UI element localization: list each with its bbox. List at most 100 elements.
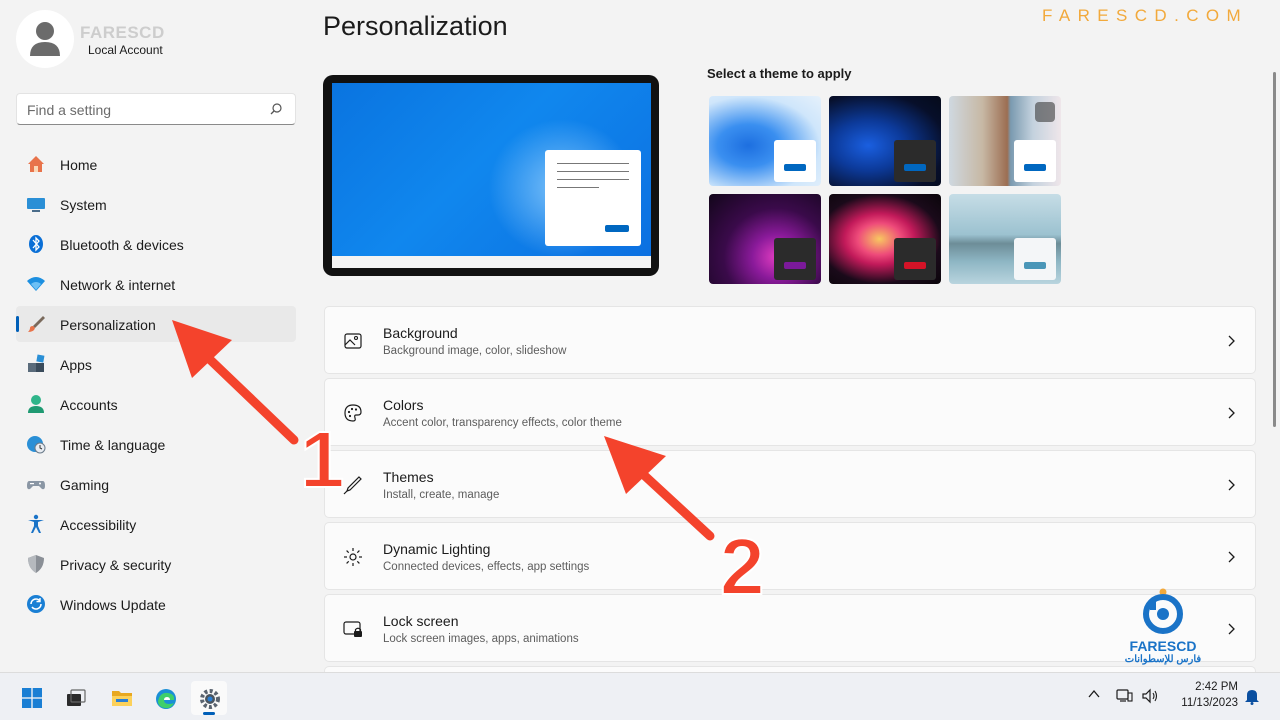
clock-time[interactable]: 2:42 PM: [1190, 681, 1238, 693]
theme-accent-bar: [1024, 164, 1046, 171]
file-explorer-icon: [112, 691, 132, 706]
card-background[interactable]: Background Background image, color, slid…: [324, 306, 1256, 374]
card-subtitle: Install, create, manage: [383, 489, 500, 501]
image-icon: [344, 333, 362, 349]
card-title: Dynamic Lighting: [383, 541, 491, 557]
bluetooth-icon: [29, 235, 43, 253]
user-icon: [30, 22, 60, 56]
wifi-icon: [27, 277, 45, 291]
page-title: Personalization: [323, 11, 508, 41]
sidebar-item-label: System: [60, 197, 107, 213]
volume-icon[interactable]: [1141, 688, 1159, 704]
sidebar-item-label: Home: [60, 157, 98, 173]
theme-heading: Select a theme to apply: [707, 66, 852, 81]
sidebar-item-accessibility[interactable]: Accessibility: [16, 506, 296, 542]
card-title: Themes: [383, 469, 434, 485]
task-view-icon: [67, 689, 86, 706]
theme-accent-bar: [904, 164, 926, 171]
running-indicator: [203, 712, 215, 715]
file-explorer-button[interactable]: [103, 681, 139, 715]
apps-icon: [28, 354, 45, 372]
globe-clock-icon: [27, 436, 46, 454]
sidebar-item-label: Accessibility: [60, 517, 137, 533]
notification-bell-icon[interactable]: [1244, 687, 1260, 705]
settings-button[interactable]: [191, 681, 227, 715]
chevron-right-icon: [1228, 479, 1235, 491]
card-themes[interactable]: Themes Install, create, manage: [324, 450, 1256, 518]
brush-icon: [28, 316, 45, 332]
gamepad-icon: [27, 481, 45, 490]
theme-windows-light[interactable]: [709, 96, 821, 186]
home-icon: [28, 156, 44, 172]
system-icon: [27, 198, 45, 212]
theme-glow[interactable]: [709, 194, 821, 284]
sidebar-item-label: Network & internet: [60, 277, 176, 293]
card-dynamic-lighting[interactable]: Dynamic Lighting Connected devices, effe…: [324, 522, 1256, 590]
sidebar-item-system[interactable]: System: [16, 186, 296, 222]
sidebar-item-bluetooth[interactable]: Bluetooth & devices: [16, 226, 296, 262]
sidebar-item-label: Privacy & security: [60, 557, 172, 573]
card-subtitle: Lock screen images, apps, animations: [383, 633, 579, 645]
theme-flow[interactable]: [949, 194, 1061, 284]
start-button[interactable]: [14, 681, 50, 715]
sidebar-item-privacy-security[interactable]: Privacy & security: [16, 546, 296, 582]
theme-accent-bar: [904, 262, 926, 269]
brand-watermark: FARESCD.COM: [1042, 6, 1249, 25]
chevron-right-icon: [1228, 407, 1235, 419]
preview-taskbar: [332, 256, 651, 268]
update-icon: [27, 595, 45, 613]
lighting-icon: [344, 548, 362, 566]
search-icon[interactable]: [269, 102, 283, 116]
sidebar-item-label: Apps: [60, 357, 92, 373]
preview-screen: [332, 83, 651, 268]
sidebar-item-apps[interactable]: Apps: [16, 346, 296, 382]
logo-arabic-name: فارس للإسطوانات: [1124, 654, 1202, 665]
chevron-up-icon[interactable]: [1088, 689, 1100, 699]
sidebar-nav: Home System Bluetooth & devices Network …: [16, 146, 296, 626]
scrollbar[interactable]: [1273, 72, 1276, 427]
network-icon[interactable]: [1116, 688, 1134, 704]
taskbar: [0, 672, 1280, 720]
sidebar-item-accounts[interactable]: Accounts: [16, 386, 296, 422]
search-box[interactable]: [16, 93, 296, 125]
sidebar-item-label: Accounts: [60, 397, 118, 413]
sidebar-item-label: Time & language: [60, 437, 166, 453]
sidebar-item-label: Bluetooth & devices: [60, 237, 184, 253]
lock-screen-icon: [343, 621, 362, 637]
edge-icon: [156, 689, 176, 709]
theme-spotlight[interactable]: [949, 96, 1061, 186]
sidebar-item-time-language[interactable]: Time & language: [16, 426, 296, 462]
sidebar-item-gaming[interactable]: Gaming: [16, 466, 296, 502]
accounts-icon: [28, 395, 44, 413]
start-icon: [22, 688, 42, 708]
pen-icon: [343, 476, 362, 495]
sidebar-item-windows-update[interactable]: Windows Update: [16, 586, 296, 622]
card-subtitle: Background image, color, slideshow: [383, 345, 567, 357]
profile-name: FARESCD: [80, 23, 165, 42]
card-colors[interactable]: Colors Accent color, transparency effect…: [324, 378, 1256, 446]
sidebar-item-home[interactable]: Home: [16, 146, 296, 182]
search-input[interactable]: [27, 100, 257, 120]
task-view-button[interactable]: [58, 681, 94, 715]
settings-icon: [200, 689, 220, 709]
clock-date[interactable]: 11/13/2023: [1168, 697, 1238, 709]
card-title: Background: [383, 325, 458, 341]
sidebar-item-network[interactable]: Network & internet: [16, 266, 296, 302]
edge-button[interactable]: [147, 681, 183, 715]
active-indicator: [16, 316, 19, 332]
card-lock-screen[interactable]: Lock screen Lock screen images, apps, an…: [324, 594, 1256, 662]
theme-accent-bar: [784, 262, 806, 269]
chevron-right-icon: [1228, 623, 1235, 635]
palette-icon: [344, 404, 362, 422]
logo-name: FARESCD: [1129, 638, 1197, 654]
account-type: Local Account: [88, 43, 163, 57]
sidebar-item-label: Personalization: [60, 317, 156, 333]
theme-captured-motion[interactable]: [829, 194, 941, 284]
card-title: Colors: [383, 397, 424, 413]
card-subtitle: Connected devices, effects, app settings: [383, 561, 590, 573]
chevron-right-icon: [1228, 551, 1235, 563]
sidebar-item-personalization[interactable]: Personalization: [16, 306, 296, 342]
user-profile[interactable]: FARESCD Local Account: [16, 10, 216, 70]
theme-windows-dark[interactable]: [829, 96, 941, 186]
preview-window: [545, 150, 641, 246]
